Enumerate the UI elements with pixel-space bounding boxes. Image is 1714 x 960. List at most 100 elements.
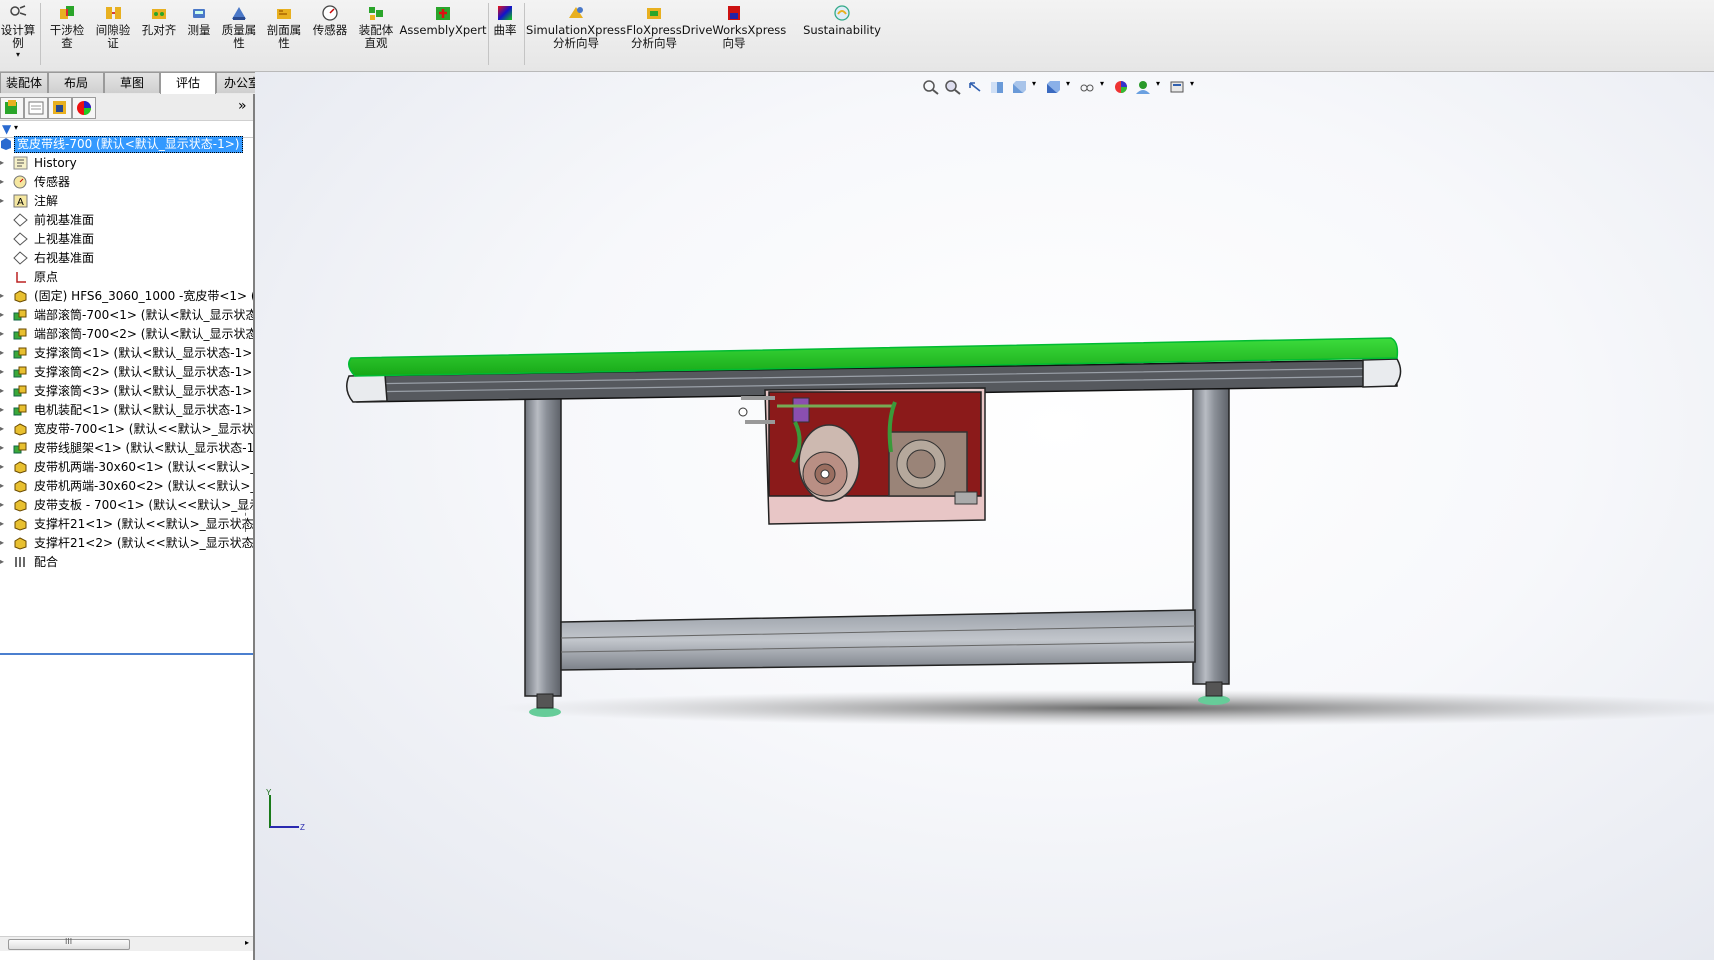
sensor-icon [13,175,28,189]
tree-node-label: 前视基准面 [34,213,95,227]
tree-node[interactable]: ▸ 支撑滚筒<3> (默认<默认_显示状态-1>) [0,382,253,400]
expand-icon[interactable]: ▸ [0,477,5,490]
tree-node[interactable]: 原点 [0,268,253,286]
expand-icon[interactable]: ▸ [0,534,5,547]
part-icon [13,536,28,550]
tree-node[interactable]: ▸ 皮带机两端-30x60<1> (默认<<默认>_显 [0,458,253,476]
triad-z-label: Z [300,823,305,832]
clearance-verification-button[interactable]: 间隙验 证 [93,4,133,50]
feature-manager-tab-icon[interactable] [0,97,24,119]
tree-node[interactable]: ▸ 配合 [0,553,253,571]
splitter-handle[interactable] [245,502,252,532]
tree-node-label: History [34,156,77,170]
tree-node-label: 支撑滚筒<1> (默认<默认_显示状态-1>) [34,346,253,360]
tree-node[interactable]: ▸ 皮带支板 - 700<1> (默认<<默认>_显示 [0,496,253,514]
feature-manager-pane: » ▼ ▾ 宽皮带线-700 (默认<默认_显示状态-1>) ▸ History ▸ 传… [0,94,255,960]
scroll-right-icon[interactable]: ▸ [245,938,249,947]
tree-node[interactable]: ▸ 皮带线腿架<1> (默认<默认_显示状态-1 [0,439,253,457]
sustainability-button[interactable]: Sustainability [800,4,884,37]
scrollbar-thumb[interactable]: III [8,937,130,950]
tree-node-label: 注解 [34,194,59,208]
design-study-button[interactable]: 设计算 例 ▾ [0,4,36,60]
expand-icon[interactable]: ▸ [0,553,5,566]
left-end-cap [346,374,388,403]
sensor-button[interactable]: 传感器 [310,4,350,37]
configuration-manager-tab-icon[interactable] [48,97,72,119]
expand-icon[interactable]: ▸ [0,382,5,395]
expand-icon[interactable]: ▸ [0,192,5,205]
plane-icon [13,251,28,265]
expand-icon[interactable]: ▸ [0,439,5,452]
tree-root-assembly[interactable]: 宽皮带线-700 (默认<默认_显示状态-1>) [0,135,253,153]
interference-detection-button[interactable]: 干涉检 查 [47,4,87,50]
expand-icon[interactable]: ▸ [0,344,5,357]
tree-node[interactable]: ▸ 支撑滚筒<2> (默认<默认_显示状态-1>) [0,363,253,381]
subassembly-icon [13,365,28,379]
tree-node[interactable]: ▸ 宽皮带-700<1> (默认<<默认>_显示状态 [0,420,253,438]
tree-node[interactable]: ▸ 支撑杆21<1> (默认<<默认>_显示状态 [0,515,253,533]
tree-rollback-bar[interactable] [0,653,253,655]
tree-node[interactable]: ▸ 支撑滚筒<1> (默认<默认_显示状态-1>) [0,344,253,362]
tree-node[interactable]: 前视基准面 [0,211,253,229]
expand-icon[interactable]: ▸ [0,420,5,433]
graphics-viewport[interactable]: ▾ ▾ ▾ ▾ ▾ Y Z [255,72,1714,960]
expand-icon[interactable]: ▸ [0,515,5,528]
tab-assembly[interactable]: 装配体 [0,72,48,93]
assemblyxpert-button[interactable]: AssemblyXpert [400,4,486,37]
tree-node-label: 支撑杆21<2> (默认<<默认>_显示状态 [34,536,253,550]
tab-evaluate[interactable]: 评估 [160,72,216,95]
tree-node[interactable]: ▸ 端部滚筒-700<2> (默认<默认_显示状态 [0,325,253,343]
horizontal-scrollbar[interactable]: III ▸ [0,936,253,951]
subassembly-icon [13,327,28,341]
tree-node[interactable]: 右视基准面 [0,249,253,267]
origin-icon [13,270,28,284]
sensor-label: 传感器 [312,23,348,37]
hole-alignment-button[interactable]: 孔对齐 [139,4,179,37]
subassembly-icon [13,384,28,398]
tree-node[interactable]: ▸ History [0,154,253,172]
interference-icon [57,4,77,22]
expand-icon[interactable]: ▸ [0,496,5,509]
curvature-button[interactable]: 曲率 [490,4,520,37]
tree-node[interactable]: 上视基准面 [0,230,253,248]
property-manager-tab-icon[interactable] [24,97,48,119]
section-properties-button[interactable]: 剖面属 性 [264,4,304,50]
expand-icon[interactable]: ▸ [0,306,5,319]
mass-properties-button[interactable]: 质量属 性 [219,4,259,50]
expand-icon[interactable]: ▸ [0,401,5,414]
display-manager-tab-icon[interactable] [72,97,96,119]
tree-node[interactable]: ▸ 端部滚筒-700<1> (默认<默认_显示状态 [0,306,253,324]
curvature-label: 曲率 [493,23,517,37]
conveyor-model[interactable]: Y Z [255,72,1714,960]
command-manager-ribbon: 设计算 例 ▾ 干涉检 查 间隙验 证 孔对齐 测量 质量属 性 剖面属 性 传… [0,0,1714,72]
measure-button[interactable]: 测量 [184,4,214,37]
expand-icon[interactable]: ▸ [0,287,5,300]
expand-icon[interactable]: ▸ [0,363,5,376]
expand-icon[interactable]: ▸ [0,458,5,471]
tab-layout[interactable]: 布局 [48,72,104,93]
filter-icon[interactable]: ▼ [2,122,11,136]
floxpress-icon [644,4,664,22]
tree-node[interactable]: ▸ 电机装配<1> (默认<默认_显示状态-1>) [0,401,253,419]
assembly-visualization-button[interactable]: 装配体 直观 [356,4,396,50]
ribbon-separator [524,3,525,65]
tab-sketch[interactable]: 草图 [104,72,160,93]
mass-properties-label: 质量属 性 [221,23,257,50]
tree-node[interactable]: ▸ A 注解 [0,192,253,210]
tree-node[interactable]: ▸ (固定) HFS6_3060_1000 -宽皮带<1> (H [0,287,253,305]
chevron-down-icon[interactable]: ▾ [14,123,18,132]
chevron-down-icon[interactable]: ▾ [16,50,20,60]
tree-node[interactable]: ▸ 支撑杆21<2> (默认<<默认>_显示状态 [0,534,253,552]
tree-node-label: 皮带支板 - 700<1> (默认<<默认>_显示 [34,498,253,512]
simulationxpress-button[interactable]: SimulationXpress 分析向导 [526,4,626,50]
driveworksxpress-button[interactable]: DriveWorksXpress 向导 [682,4,786,50]
floxpress-button[interactable]: FloXpress 分析向导 [624,4,684,50]
tree-node[interactable]: ▸ 皮带机两端-30x60<2> (默认<<默认>_显 [0,477,253,495]
expand-icon[interactable]: ▸ [0,173,5,186]
expand-icon[interactable]: ▸ [0,325,5,338]
expand-panel-icon[interactable]: » [238,98,247,114]
plane-icon [13,232,28,246]
tree-node[interactable]: ▸ 传感器 [0,173,253,191]
expand-icon[interactable]: ▸ [0,154,5,167]
part-icon [13,479,28,493]
